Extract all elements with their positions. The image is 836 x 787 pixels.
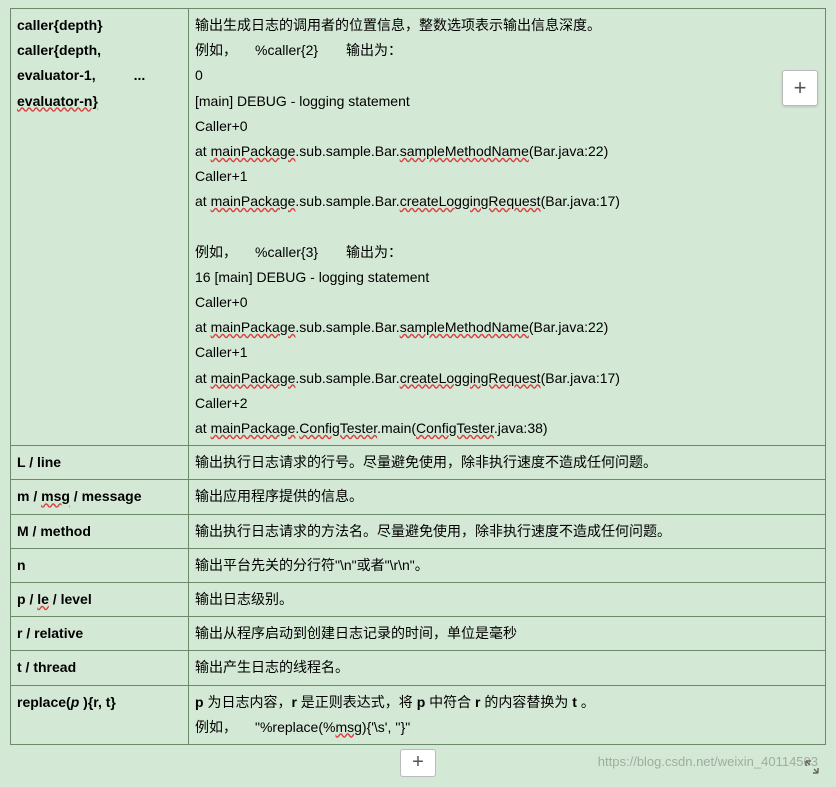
pattern-desc-replace: p 为日志内容，r 是正则表达式，将 p 中符合 r 的内容替换为 t 。 例如…	[189, 685, 826, 744]
pattern-key-n: n	[11, 548, 189, 582]
pattern-key-line: L / line	[11, 446, 189, 480]
table-row: r / relative 输出从程序启动到创建日志记录的时间，单位是毫秒	[11, 617, 826, 651]
resize-corner-icon[interactable]	[804, 759, 822, 777]
add-row-top-button[interactable]: +	[782, 70, 818, 106]
pattern-key-replace: replace(p ){r, t}	[11, 685, 189, 744]
pattern-desc-msg: 输出应用程序提供的信息。	[189, 480, 826, 514]
pattern-desc-level: 输出日志级别。	[189, 582, 826, 616]
table-row: p / le / level 输出日志级别。	[11, 582, 826, 616]
plus-icon: +	[794, 75, 807, 101]
table-row: replace(p ){r, t} p 为日志内容，r 是正则表达式，将 p 中…	[11, 685, 826, 744]
pattern-desc-n: 输出平台先关的分行符"\n"或者"\r\n"。	[189, 548, 826, 582]
table-row: n 输出平台先关的分行符"\n"或者"\r\n"。	[11, 548, 826, 582]
table-row: m / msg / message 输出应用程序提供的信息。	[11, 480, 826, 514]
pattern-key-thread: t / thread	[11, 651, 189, 685]
pattern-desc-thread: 输出产生日志的线程名。	[189, 651, 826, 685]
table-row: t / thread 输出产生日志的线程名。	[11, 651, 826, 685]
table-row: caller{depth} caller{depth, evaluator-1,…	[11, 9, 826, 446]
plus-icon: +	[412, 751, 424, 774]
patterns-table: caller{depth} caller{depth, evaluator-1,…	[10, 8, 826, 745]
pattern-key-method: M / method	[11, 514, 189, 548]
pattern-key-msg: m / msg / message	[11, 480, 189, 514]
pattern-key-caller: caller{depth} caller{depth, evaluator-1,…	[11, 9, 189, 446]
pattern-desc-caller: 输出生成日志的调用者的位置信息，整数选项表示输出信息深度。 例如，%caller…	[189, 9, 826, 446]
pattern-desc-method: 输出执行日志请求的方法名。尽量避免使用，除非执行速度不造成任何问题。	[189, 514, 826, 548]
pattern-key-level: p / le / level	[11, 582, 189, 616]
add-row-bottom-button[interactable]: +	[400, 749, 436, 777]
table-row: L / line 输出执行日志请求的行号。尽量避免使用，除非执行速度不造成任何问…	[11, 446, 826, 480]
pattern-desc-relative: 输出从程序启动到创建日志记录的时间，单位是毫秒	[189, 617, 826, 651]
pattern-key-relative: r / relative	[11, 617, 189, 651]
table-row: M / method 输出执行日志请求的方法名。尽量避免使用，除非执行速度不造成…	[11, 514, 826, 548]
pattern-desc-line: 输出执行日志请求的行号。尽量避免使用，除非执行速度不造成任何问题。	[189, 446, 826, 480]
